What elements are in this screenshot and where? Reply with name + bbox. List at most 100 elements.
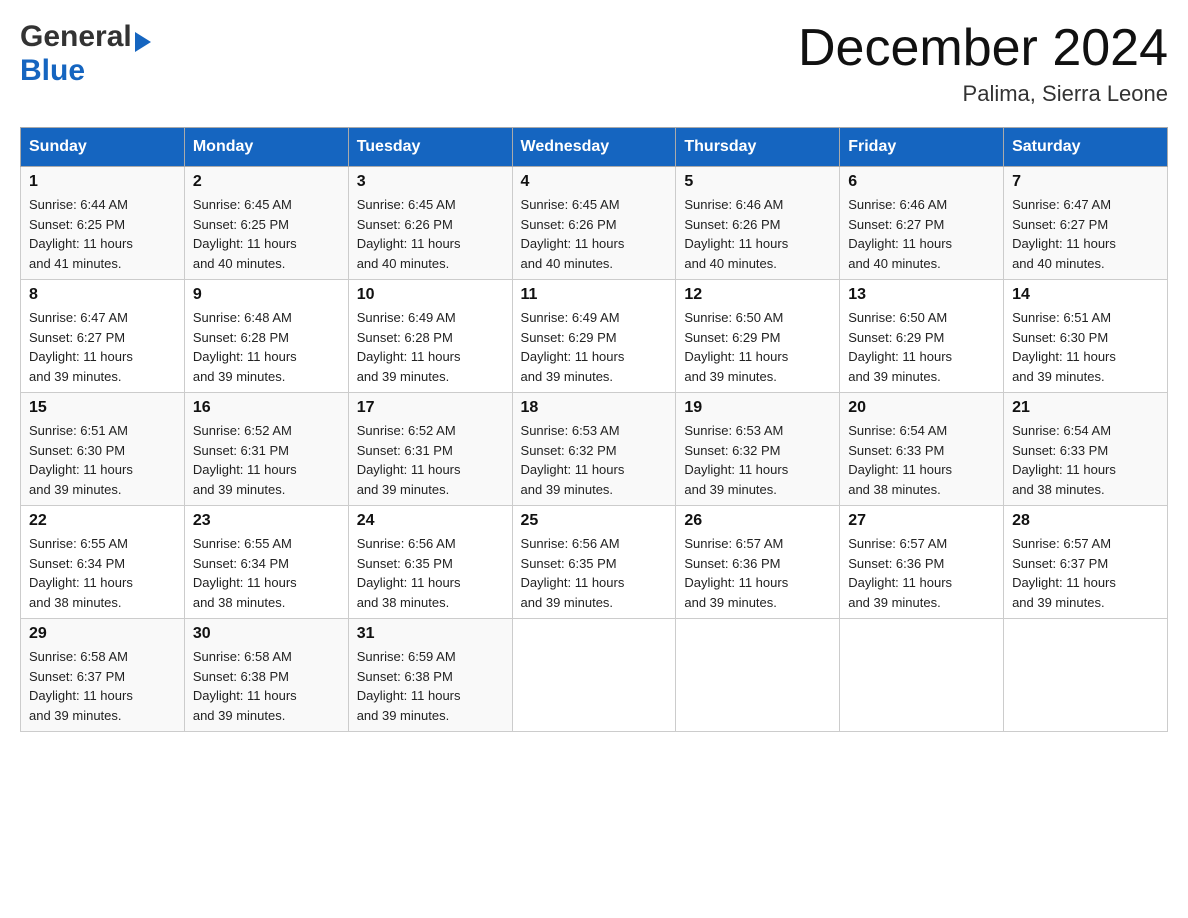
day-number: 27 xyxy=(848,512,995,530)
day-number: 8 xyxy=(29,286,176,304)
day-info: Sunrise: 6:54 AMSunset: 6:33 PMDaylight:… xyxy=(848,421,995,499)
day-number: 5 xyxy=(684,173,831,191)
page-header: General Blue December 2024 Palima, Sierr… xyxy=(20,20,1168,107)
calendar-day-cell: 27Sunrise: 6:57 AMSunset: 6:36 PMDayligh… xyxy=(840,506,1004,619)
calendar-day-cell xyxy=(840,619,1004,732)
calendar-day-cell: 4 Sunrise: 6:45 AMSunset: 6:26 PMDaylight… xyxy=(512,167,676,280)
day-info: Sunrise: 6:58 AMSunset: 6:38 PMDaylight:… xyxy=(193,647,340,725)
calendar-day-cell: 12 Sunrise: 6:50 AMSunset: 6:29 PMDayligh… xyxy=(676,280,840,393)
day-number: 26 xyxy=(684,512,831,530)
day-info: Sunrise: 6:49 AMSunset: 6:28 PMDaylight:… xyxy=(357,308,504,386)
day-number: 7 xyxy=(1012,173,1159,191)
calendar-day-cell: 6 Sunrise: 6:46 AMSunset: 6:27 PMDaylight… xyxy=(840,167,1004,280)
day-number: 9 xyxy=(193,286,340,304)
calendar-day-cell: 5 Sunrise: 6:46 AMSunset: 6:26 PMDaylight… xyxy=(676,167,840,280)
calendar-day-cell: 23 Sunrise: 6:55 AMSunset: 6:34 PMDayligh… xyxy=(184,506,348,619)
day-number: 20 xyxy=(848,399,995,417)
calendar-day-cell: 17Sunrise: 6:52 AMSunset: 6:31 PMDayligh… xyxy=(348,393,512,506)
weekday-header-row: SundayMondayTuesdayWednesdayThursdayFrid… xyxy=(21,128,1168,167)
weekday-header-sunday: Sunday xyxy=(21,128,185,167)
logo-blue-text: Blue xyxy=(20,54,85,88)
day-info: Sunrise: 6:56 AMSunset: 6:35 PMDaylight:… xyxy=(521,534,668,612)
calendar-day-cell: 10Sunrise: 6:49 AMSunset: 6:28 PMDayligh… xyxy=(348,280,512,393)
calendar-table: SundayMondayTuesdayWednesdayThursdayFrid… xyxy=(20,127,1168,732)
calendar-day-cell: 8 Sunrise: 6:47 AMSunset: 6:27 PMDaylight… xyxy=(21,280,185,393)
weekday-header-wednesday: Wednesday xyxy=(512,128,676,167)
day-number: 12 xyxy=(684,286,831,304)
day-info: Sunrise: 6:55 AMSunset: 6:34 PMDaylight:… xyxy=(193,534,340,612)
day-info: Sunrise: 6:46 AMSunset: 6:26 PMDaylight:… xyxy=(684,195,831,273)
weekday-header-friday: Friday xyxy=(840,128,1004,167)
day-info: Sunrise: 6:45 AMSunset: 6:26 PMDaylight:… xyxy=(521,195,668,273)
day-number: 17 xyxy=(357,399,504,417)
day-number: 29 xyxy=(29,625,176,643)
calendar-day-cell: 24 Sunrise: 6:56 AMSunset: 6:35 PMDayligh… xyxy=(348,506,512,619)
day-number: 4 xyxy=(521,173,668,191)
calendar-day-cell: 15 Sunrise: 6:51 AMSunset: 6:30 PMDayligh… xyxy=(21,393,185,506)
title-block: December 2024 Palima, Sierra Leone xyxy=(798,20,1168,107)
day-info: Sunrise: 6:47 AMSunset: 6:27 PMDaylight:… xyxy=(1012,195,1159,273)
day-info: Sunrise: 6:54 AMSunset: 6:33 PMDaylight:… xyxy=(1012,421,1159,499)
calendar-day-cell: 29 Sunrise: 6:58 AMSunset: 6:37 PMDayligh… xyxy=(21,619,185,732)
day-info: Sunrise: 6:51 AMSunset: 6:30 PMDaylight:… xyxy=(29,421,176,499)
logo: General Blue xyxy=(20,20,151,88)
day-info: Sunrise: 6:45 AMSunset: 6:25 PMDaylight:… xyxy=(193,195,340,273)
day-number: 1 xyxy=(29,173,176,191)
day-info: Sunrise: 6:53 AMSunset: 6:32 PMDaylight:… xyxy=(521,421,668,499)
day-number: 25 xyxy=(521,512,668,530)
calendar-day-cell: 31 Sunrise: 6:59 AMSunset: 6:38 PMDayligh… xyxy=(348,619,512,732)
calendar-day-cell: 18Sunrise: 6:53 AMSunset: 6:32 PMDayligh… xyxy=(512,393,676,506)
calendar-day-cell: 30Sunrise: 6:58 AMSunset: 6:38 PMDayligh… xyxy=(184,619,348,732)
weekday-header-tuesday: Tuesday xyxy=(348,128,512,167)
day-number: 31 xyxy=(357,625,504,643)
calendar-day-cell: 11Sunrise: 6:49 AMSunset: 6:29 PMDayligh… xyxy=(512,280,676,393)
day-info: Sunrise: 6:51 AMSunset: 6:30 PMDaylight:… xyxy=(1012,308,1159,386)
day-info: Sunrise: 6:57 AMSunset: 6:37 PMDaylight:… xyxy=(1012,534,1159,612)
calendar-day-cell xyxy=(512,619,676,732)
day-info: Sunrise: 6:56 AMSunset: 6:35 PMDaylight:… xyxy=(357,534,504,612)
day-info: Sunrise: 6:53 AMSunset: 6:32 PMDaylight:… xyxy=(684,421,831,499)
logo-general-text: General xyxy=(20,20,151,54)
weekday-header-saturday: Saturday xyxy=(1004,128,1168,167)
day-info: Sunrise: 6:50 AMSunset: 6:29 PMDaylight:… xyxy=(848,308,995,386)
day-info: Sunrise: 6:46 AMSunset: 6:27 PMDaylight:… xyxy=(848,195,995,273)
calendar-day-cell: 9Sunrise: 6:48 AMSunset: 6:28 PMDaylight… xyxy=(184,280,348,393)
day-number: 21 xyxy=(1012,399,1159,417)
calendar-day-cell: 13Sunrise: 6:50 AMSunset: 6:29 PMDayligh… xyxy=(840,280,1004,393)
day-number: 19 xyxy=(684,399,831,417)
month-year-title: December 2024 xyxy=(798,20,1168,77)
day-number: 22 xyxy=(29,512,176,530)
calendar-week-row: 22 Sunrise: 6:55 AMSunset: 6:34 PMDayligh… xyxy=(21,506,1168,619)
calendar-day-cell: 19 Sunrise: 6:53 AMSunset: 6:32 PMDayligh… xyxy=(676,393,840,506)
calendar-day-cell: 20 Sunrise: 6:54 AMSunset: 6:33 PMDayligh… xyxy=(840,393,1004,506)
day-number: 15 xyxy=(29,399,176,417)
location-subtitle: Palima, Sierra Leone xyxy=(798,81,1168,107)
calendar-day-cell: 26 Sunrise: 6:57 AMSunset: 6:36 PMDayligh… xyxy=(676,506,840,619)
calendar-day-cell: 16Sunrise: 6:52 AMSunset: 6:31 PMDayligh… xyxy=(184,393,348,506)
calendar-day-cell: 28Sunrise: 6:57 AMSunset: 6:37 PMDayligh… xyxy=(1004,506,1168,619)
day-info: Sunrise: 6:47 AMSunset: 6:27 PMDaylight:… xyxy=(29,308,176,386)
day-info: Sunrise: 6:58 AMSunset: 6:37 PMDaylight:… xyxy=(29,647,176,725)
day-number: 6 xyxy=(848,173,995,191)
day-number: 3 xyxy=(357,173,504,191)
calendar-week-row: 15 Sunrise: 6:51 AMSunset: 6:30 PMDayligh… xyxy=(21,393,1168,506)
day-info: Sunrise: 6:59 AMSunset: 6:38 PMDaylight:… xyxy=(357,647,504,725)
day-number: 23 xyxy=(193,512,340,530)
day-number: 24 xyxy=(357,512,504,530)
day-info: Sunrise: 6:55 AMSunset: 6:34 PMDaylight:… xyxy=(29,534,176,612)
calendar-day-cell: 22 Sunrise: 6:55 AMSunset: 6:34 PMDayligh… xyxy=(21,506,185,619)
day-info: Sunrise: 6:44 AMSunset: 6:25 PMDaylight:… xyxy=(29,195,176,273)
calendar-day-cell: 1 Sunrise: 6:44 AMSunset: 6:25 PMDaylight… xyxy=(21,167,185,280)
calendar-day-cell: 3Sunrise: 6:45 AMSunset: 6:26 PMDaylight… xyxy=(348,167,512,280)
day-info: Sunrise: 6:50 AMSunset: 6:29 PMDaylight:… xyxy=(684,308,831,386)
calendar-week-row: 1 Sunrise: 6:44 AMSunset: 6:25 PMDaylight… xyxy=(21,167,1168,280)
calendar-day-cell: 21 Sunrise: 6:54 AMSunset: 6:33 PMDayligh… xyxy=(1004,393,1168,506)
day-info: Sunrise: 6:57 AMSunset: 6:36 PMDaylight:… xyxy=(684,534,831,612)
calendar-day-cell xyxy=(676,619,840,732)
calendar-day-cell xyxy=(1004,619,1168,732)
calendar-day-cell: 14 Sunrise: 6:51 AMSunset: 6:30 PMDayligh… xyxy=(1004,280,1168,393)
calendar-day-cell: 2Sunrise: 6:45 AMSunset: 6:25 PMDaylight… xyxy=(184,167,348,280)
day-info: Sunrise: 6:49 AMSunset: 6:29 PMDaylight:… xyxy=(521,308,668,386)
day-info: Sunrise: 6:52 AMSunset: 6:31 PMDaylight:… xyxy=(193,421,340,499)
day-number: 14 xyxy=(1012,286,1159,304)
